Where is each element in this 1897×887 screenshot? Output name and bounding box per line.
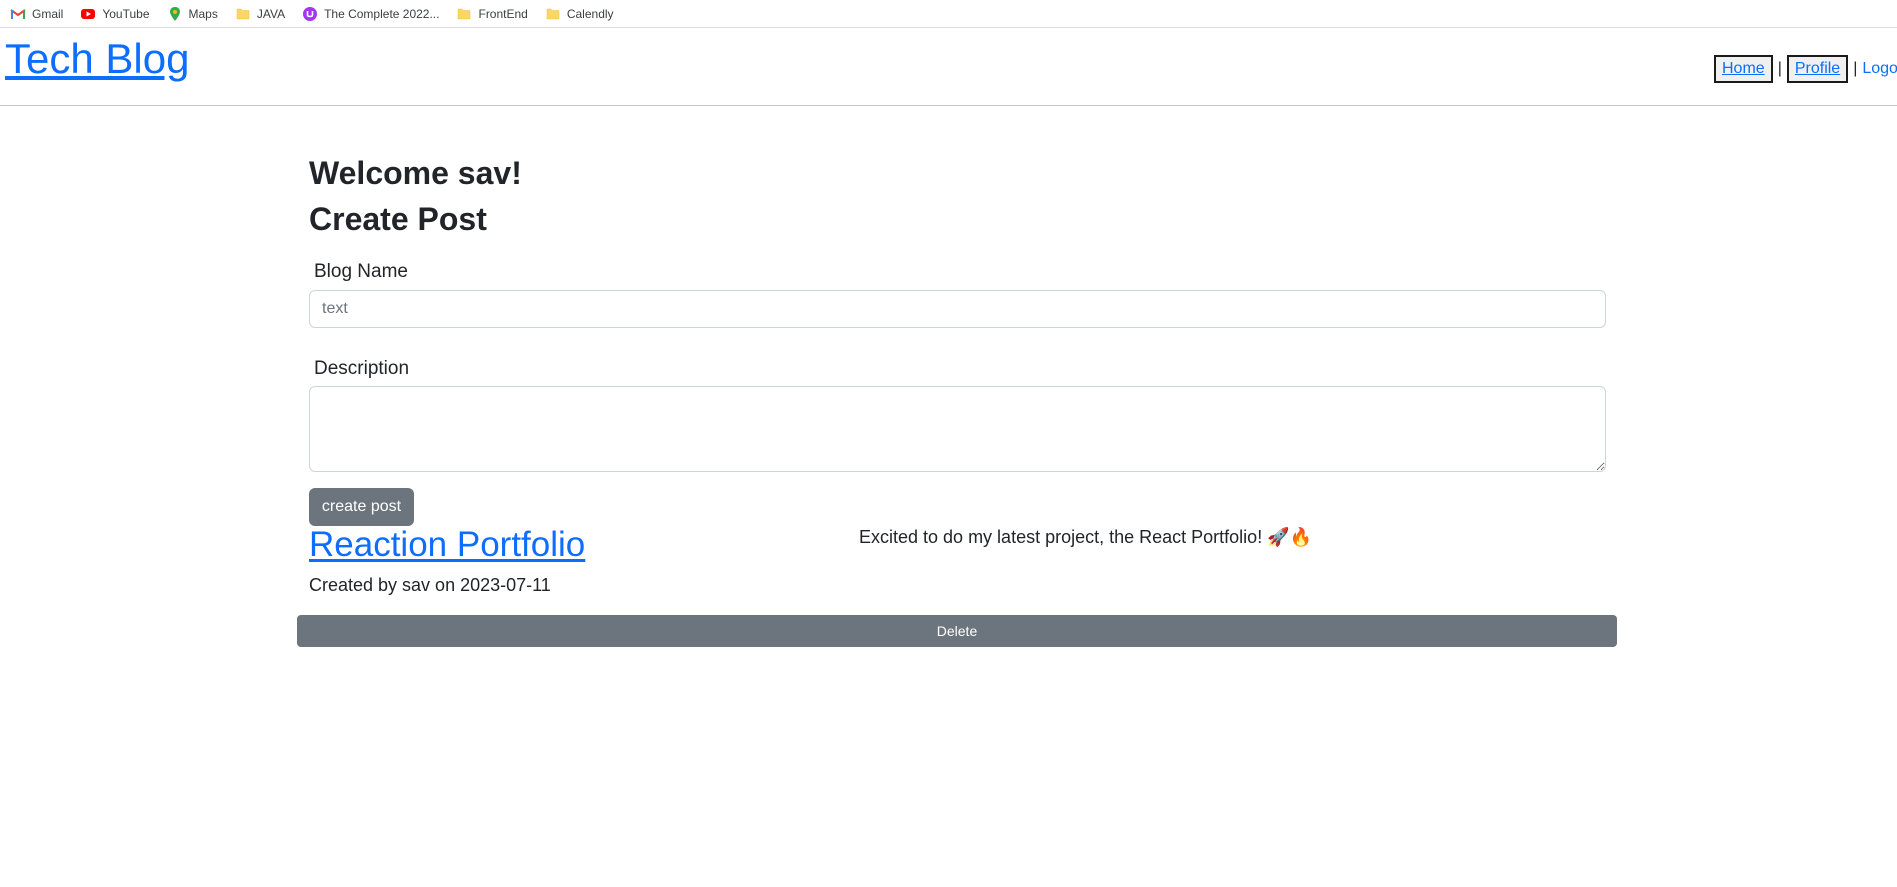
bookmark-calendly[interactable]: Calendly	[545, 6, 614, 22]
bookmark-label: YouTube	[102, 6, 150, 21]
maps-icon	[167, 6, 183, 22]
bookmark-label: Gmail	[32, 6, 64, 21]
nav-separator: |	[1853, 60, 1858, 77]
nav-separator: |	[1777, 60, 1782, 77]
delete-post-button[interactable]: Delete	[297, 615, 1617, 647]
bookmark-label: FrontEnd	[478, 6, 528, 21]
folder-icon	[235, 6, 251, 22]
bookmark-udemy[interactable]: The Complete 2022...	[302, 6, 439, 22]
bookmark-frontend[interactable]: FrontEnd	[456, 6, 528, 22]
nav-logout-link[interactable]: Logout	[1862, 60, 1897, 78]
post-description: Excited to do my latest project, the Rea…	[859, 527, 1313, 547]
welcome-heading: Welcome sav!	[309, 155, 522, 191]
post-meta: Created by sav on 2023-07-11	[309, 575, 551, 595]
bookmark-label: Calendly	[566, 6, 614, 21]
bookmark-java[interactable]: JAVA	[235, 6, 285, 22]
bookmark-youtube[interactable]: YouTube	[80, 6, 150, 22]
site-header: Tech Blog Home | Profile | Logout	[0, 28, 1897, 106]
nav-home-button[interactable]: Home	[1714, 55, 1773, 83]
description-label: Description	[314, 358, 410, 379]
bookmark-gmail[interactable]: Gmail	[10, 6, 63, 22]
bookmarks-bar: Gmail YouTube Maps JAVA The Complete 202…	[0, 0, 1897, 28]
create-post-button[interactable]: create post	[309, 488, 414, 526]
description-textarea[interactable]	[309, 386, 1606, 472]
folder-icon	[456, 6, 472, 22]
blog-name-input[interactable]	[309, 290, 1606, 328]
bookmark-label: JAVA	[256, 6, 286, 21]
main-nav: Home | Profile | Logout	[1714, 55, 1897, 83]
create-post-heading: Create Post	[309, 201, 487, 237]
folder-icon	[545, 6, 561, 22]
gmail-icon	[10, 6, 26, 22]
post-title-link[interactable]: Reaction Portfolio	[309, 525, 585, 565]
youtube-icon	[80, 6, 96, 22]
bookmark-maps[interactable]: Maps	[167, 6, 218, 22]
bookmark-label: Maps	[188, 6, 218, 21]
udemy-icon	[302, 6, 318, 22]
bookmark-label: The Complete 2022...	[324, 6, 440, 21]
blog-name-label: Blog Name	[314, 261, 408, 282]
site-title-link[interactable]: Tech Blog	[5, 35, 189, 83]
nav-profile-button[interactable]: Profile	[1786, 55, 1849, 83]
